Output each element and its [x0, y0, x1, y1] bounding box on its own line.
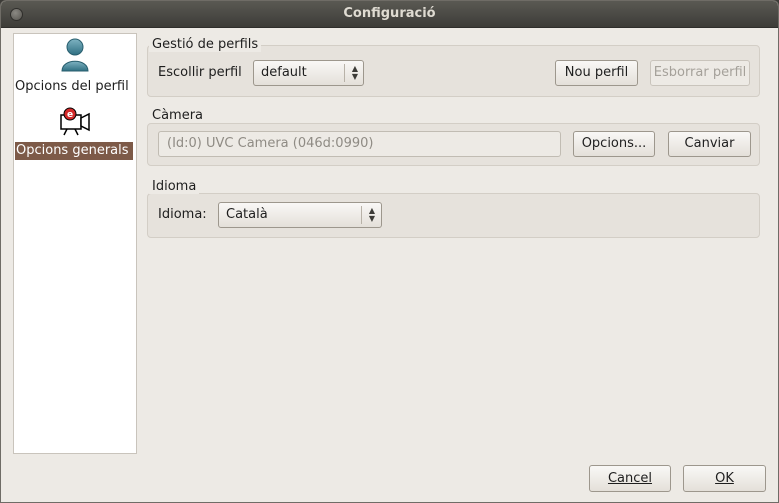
user-profile-icon — [61, 38, 89, 72]
profile-select-value: default — [261, 65, 307, 80]
ok-button[interactable]: OK — [683, 465, 766, 492]
language-select[interactable]: Català ▲ ▼ — [218, 202, 382, 228]
language-select-value: Català — [226, 207, 268, 222]
camera-options-button[interactable]: Opcions... — [573, 131, 655, 157]
cancel-button-label: Cancel — [607, 470, 653, 486]
title-bar[interactable]: Configuració — [1, 1, 778, 28]
updown-arrows-icon: ▲ ▼ — [368, 206, 376, 223]
cancel-button[interactable]: Cancel — [589, 465, 671, 492]
updown-arrows-icon: ▲ ▼ — [351, 64, 359, 81]
camera-icon: e — [60, 107, 90, 136]
svg-text:e: e — [67, 110, 73, 120]
settings-window: Configuració Opcions del perfil e Opcion… — [0, 0, 779, 503]
delete-profile-button[interactable]: Esborrar perfil — [650, 60, 750, 86]
sidebar-item-label: Opcions generals — [15, 142, 133, 160]
camera-group-title: Càmera — [149, 108, 207, 123]
change-camera-button[interactable]: Canviar — [668, 131, 751, 157]
profile-select[interactable]: default ▲ ▼ — [253, 60, 364, 86]
new-profile-button[interactable]: Nou perfil — [555, 60, 638, 86]
window-title: Configuració — [343, 6, 436, 21]
sidebar-item-label: Opcions del perfil — [15, 79, 129, 94]
profiles-group-title: Gestió de perfils — [149, 37, 262, 52]
choose-profile-label: Escollir perfil — [158, 65, 242, 80]
sidebar: Opcions del perfil e Opcions generals — [13, 33, 137, 454]
combo-separator — [344, 64, 345, 82]
ok-button-label: OK — [715, 470, 734, 486]
sidebar-item-profile-options[interactable]: Opcions del perfil — [14, 38, 136, 96]
sidebar-item-general-options[interactable]: e Opcions generals — [14, 106, 136, 160]
combo-separator — [361, 206, 362, 224]
camera-device-field[interactable]: (Id:0) UVC Camera (046d:0990) — [158, 131, 561, 157]
language-group-title: Idioma — [149, 179, 200, 194]
language-label: Idioma: — [158, 207, 207, 222]
